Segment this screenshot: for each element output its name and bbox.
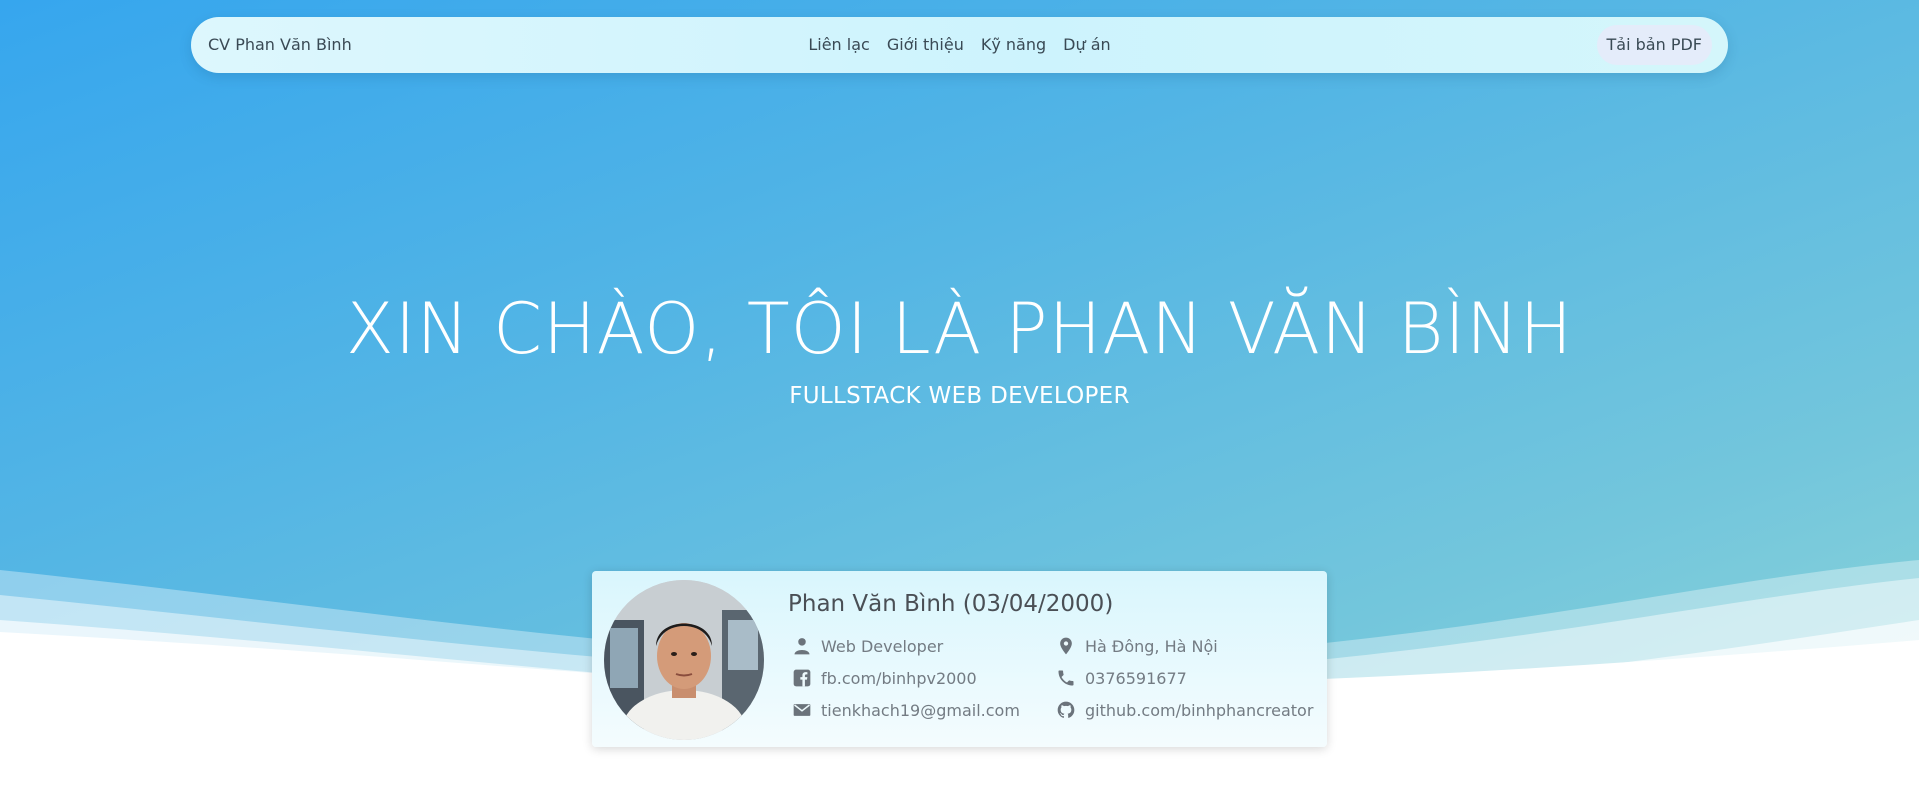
info-location: Hà Đông, Hà Nội xyxy=(1056,636,1218,656)
map-pin-icon xyxy=(1060,637,1072,655)
github-icon xyxy=(1057,701,1075,718)
avatar-photo xyxy=(604,580,764,740)
profile-card: Phan Văn Bình (03/04/2000) xyxy=(592,571,1327,747)
profile-github-link[interactable]: github.com/binhphancreator xyxy=(1085,701,1313,720)
profile-location: Hà Đông, Hà Nội xyxy=(1085,636,1218,656)
nav-link-about[interactable]: Giới thiệu xyxy=(887,35,964,54)
info-github: github.com/binhphancreator xyxy=(1056,700,1313,720)
nav-link-projects[interactable]: Dự án xyxy=(1063,35,1111,54)
hero-subtitle: FULLSTACK WEB DEVELOPER xyxy=(789,383,1130,409)
profile-name-dob: Phan Văn Bình (03/04/2000) xyxy=(788,591,1114,617)
email-icon xyxy=(793,704,811,716)
info-phone: 0376591677 xyxy=(1056,668,1187,688)
phone-icon xyxy=(1058,670,1074,686)
info-email: tienkhach19@gmail.com xyxy=(792,700,1020,720)
info-role: Web Developer xyxy=(792,636,943,656)
profile-email-link[interactable]: tienkhach19@gmail.com xyxy=(821,701,1020,720)
person-icon xyxy=(794,638,810,655)
avatar xyxy=(604,580,764,740)
hero-name-highlight: PHAN VĂN BÌNH xyxy=(1005,284,1573,374)
download-pdf-button[interactable]: Tải bản PDF xyxy=(1596,25,1712,65)
facebook-icon xyxy=(793,669,811,687)
info-facebook: fb.com/binhpv2000 xyxy=(792,668,977,688)
profile-role: Web Developer xyxy=(821,636,944,656)
nav-link-contact[interactable]: Liên lạc xyxy=(808,35,869,54)
nav-link-skills[interactable]: Kỹ năng xyxy=(981,35,1046,54)
profile-phone[interactable]: 0376591677 xyxy=(1085,669,1187,688)
hero-greeting: XIN CHÀO, TÔI LÀ xyxy=(345,288,983,370)
hero-headline: XIN CHÀO, TÔI LÀ PHAN VĂN BÌNH xyxy=(0,284,1919,374)
top-navbar: CV Phan Văn Bình Liên lạc Giới thiệu Kỹ … xyxy=(191,17,1728,73)
profile-facebook-link[interactable]: fb.com/binhpv2000 xyxy=(821,669,977,688)
nav-links: Liên lạc Giới thiệu Kỹ năng Dự án xyxy=(191,35,1728,54)
